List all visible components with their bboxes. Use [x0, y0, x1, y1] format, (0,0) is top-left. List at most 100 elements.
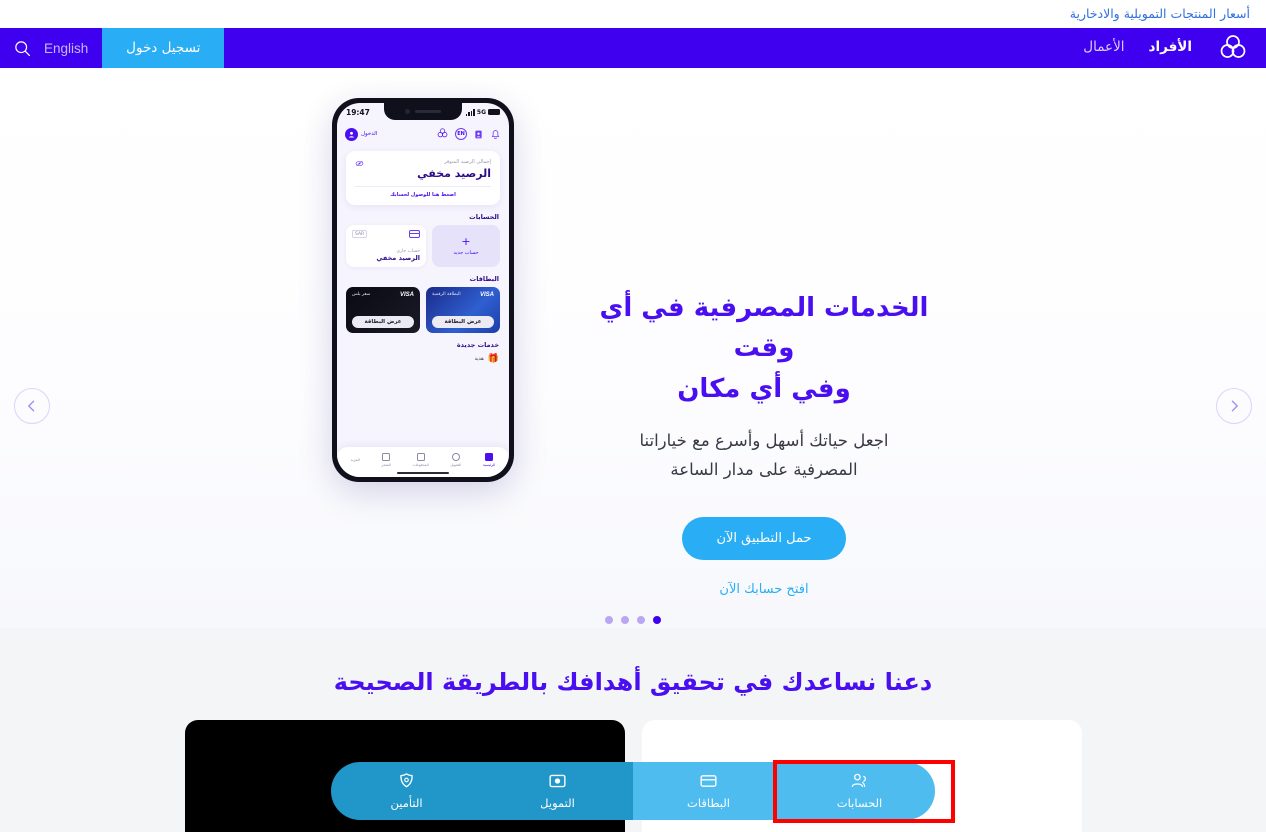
- language-chip[interactable]: EN: [455, 128, 467, 140]
- utility-bar: أسعار المنتجات التمويلية والادخارية: [0, 0, 1266, 28]
- phone-home-indicator: [397, 471, 449, 474]
- accounts-section-title: الحسابات: [469, 213, 499, 221]
- phone-nav-item-transfer[interactable]: التحويل: [450, 453, 461, 467]
- carousel-dots: [0, 616, 1266, 624]
- tab-insurance[interactable]: التأمين: [331, 762, 482, 820]
- phone-nav-item-more[interactable]: المزيد: [351, 458, 360, 462]
- phone-mockup: 19:47 5G EN الدخول إجمالي الرصيد المتوفر…: [332, 98, 514, 482]
- currency-chip: SAR: [352, 230, 368, 238]
- status-time: 19:47: [346, 107, 370, 117]
- phone-nav-item-store[interactable]: المتجر: [381, 453, 391, 467]
- carousel-dot-3[interactable]: [637, 616, 645, 624]
- rates-link[interactable]: أسعار المنتجات التمويلية والادخارية: [1070, 7, 1250, 21]
- new-services-title: خدمات جديدة: [456, 341, 499, 349]
- phone-status-bar: 19:47 5G: [337, 103, 509, 121]
- hero-title: الخدمات المصرفية في أي وقت وفي أي مكان: [594, 288, 934, 409]
- carousel-dot-4[interactable]: [653, 616, 661, 624]
- current-account-header: SAR: [352, 230, 420, 238]
- visa-logo-travel: VISA: [399, 292, 414, 298]
- phone-nav-label-more: المزيد: [350, 458, 360, 462]
- balance-divider: [355, 186, 491, 187]
- network-label: 5G: [476, 108, 486, 116]
- phone-nav-item-home[interactable]: الرئيسية: [483, 453, 495, 467]
- nav-item-business[interactable]: الأعمال: [1083, 41, 1124, 55]
- hero-subtitle-line-1: اجعل حياتك أسهل وأسرع مع خياراتنا: [639, 430, 889, 450]
- phone-nav-label-payments: المدفوعات: [412, 463, 429, 467]
- home-icon: [485, 453, 494, 461]
- status-indicators: 5G: [465, 108, 500, 116]
- card-header-travel: سفر بلس VISA: [352, 292, 414, 298]
- gift-label: هدية: [474, 356, 484, 362]
- new-account-card[interactable]: + حساب جديد: [432, 225, 500, 267]
- tab-label-finance: التمويل: [540, 795, 575, 810]
- tab-accounts[interactable]: الحسابات: [784, 762, 935, 820]
- hero-subtitle-line-2: المصرفية على مدار الساعة: [670, 459, 858, 479]
- view-card-button-travel[interactable]: عرض البطاقة: [352, 316, 414, 328]
- bell-icon[interactable]: [490, 125, 501, 144]
- carousel-prev-button[interactable]: [14, 388, 50, 424]
- card-icon: [409, 230, 420, 238]
- hero-inner: الخدمات المصرفية في أي وقت وفي أي مكان ا…: [0, 68, 1266, 597]
- card-name-travel: سفر بلس: [352, 292, 371, 297]
- card-item-digital[interactable]: البطاقة الرقمية VISA عرض البطاقة: [426, 287, 500, 333]
- accounts-row: + حساب جديد SAR حساب جاري الرصيد مخفي: [346, 225, 500, 267]
- login-button[interactable]: تسجيل دخول: [102, 28, 225, 68]
- cards-section-title: البطاقات: [469, 275, 499, 283]
- more-icon: [501, 465, 509, 473]
- main-navigation: الأفراد الأعمال English تسجيل دخول: [0, 28, 1266, 68]
- phone-login-chip[interactable]: الدخول: [345, 127, 378, 141]
- tab-cards[interactable]: البطاقات: [633, 762, 784, 820]
- search-icon[interactable]: [0, 28, 44, 68]
- contacts-icon[interactable]: [473, 125, 484, 144]
- hero-title-line-2: وفي أي مكان: [677, 373, 851, 404]
- product-tab-bar: الحسابات البطاقات التمويل التأمين: [331, 762, 935, 820]
- plus-icon: +: [461, 235, 471, 248]
- nav-left-group: English تسجيل دخول: [0, 28, 225, 68]
- accounts-icon: [850, 772, 869, 793]
- phone-topbar-icons: EN: [436, 125, 501, 144]
- open-account-link[interactable]: افتح حسابك الآن: [594, 582, 934, 597]
- phone-nav-item-payments[interactable]: المدفوعات: [412, 453, 429, 467]
- phone-nav-label-home: الرئيسية: [482, 463, 496, 467]
- balance-label: إجمالي الرصيد المتوفر: [444, 159, 491, 165]
- phone-topbar: EN الدخول: [337, 121, 509, 147]
- carousel-dot-1[interactable]: [605, 616, 613, 624]
- carousel-next-button[interactable]: [1216, 388, 1252, 424]
- tab-finance[interactable]: التمويل: [482, 762, 633, 820]
- phone-trefoil-logo-icon: [436, 125, 449, 144]
- card-header-digital: البطاقة الرقمية VISA: [432, 292, 494, 298]
- view-card-button-digital[interactable]: عرض البطاقة: [432, 316, 494, 328]
- phone-nav-label-store: المتجر: [381, 463, 391, 467]
- gift-row[interactable]: 🎁 هدية: [347, 354, 499, 364]
- phone-nav-label-transfer: التحويل: [450, 463, 462, 467]
- tab-label-insurance: التأمين: [390, 796, 423, 810]
- language-toggle[interactable]: English: [44, 28, 102, 68]
- cards-row: البطاقة الرقمية VISA عرض البطاقة سفر بلس…: [346, 287, 500, 333]
- transfer-icon: [451, 453, 460, 461]
- card-icon: [699, 773, 718, 793]
- eye-off-icon[interactable]: [355, 159, 364, 170]
- battery-icon: [488, 109, 500, 115]
- insurance-icon: [397, 772, 416, 793]
- signal-icon: [465, 109, 475, 116]
- balance-cta-link[interactable]: اضغط هنا للوصول لحسابك: [355, 192, 491, 198]
- phone-frame: 19:47 5G EN الدخول إجمالي الرصيد المتوفر…: [332, 98, 514, 482]
- nav-right-group: الأفراد الأعمال: [1083, 28, 1266, 68]
- carousel-dot-2[interactable]: [621, 616, 629, 624]
- card-item-travel[interactable]: سفر بلس VISA عرض البطاقة: [346, 287, 420, 333]
- gift-icon: 🎁: [487, 354, 499, 364]
- visa-logo-digital: VISA: [479, 292, 494, 298]
- hero-copy: الخدمات المصرفية في أي وقت وفي أي مكان ا…: [594, 98, 934, 597]
- avatar-icon: [345, 127, 358, 141]
- card-name-digital: البطاقة الرقمية: [432, 292, 461, 297]
- download-app-button[interactable]: حمل التطبيق الآن: [682, 516, 846, 560]
- balance-value: الرصيد مخفي: [417, 167, 491, 180]
- current-account-card[interactable]: SAR حساب جاري الرصيد مخفي: [346, 225, 426, 267]
- account-balance-label: الرصيد مخفي: [376, 254, 420, 262]
- phone-screen: 19:47 5G EN الدخول إجمالي الرصيد المتوفر…: [337, 103, 509, 477]
- phone-login-label: الدخول: [361, 131, 378, 137]
- trefoil-logo-icon[interactable]: [1216, 31, 1250, 65]
- nav-item-individuals[interactable]: الأفراد: [1149, 41, 1192, 55]
- tab-label-accounts: الحسابات: [836, 796, 883, 810]
